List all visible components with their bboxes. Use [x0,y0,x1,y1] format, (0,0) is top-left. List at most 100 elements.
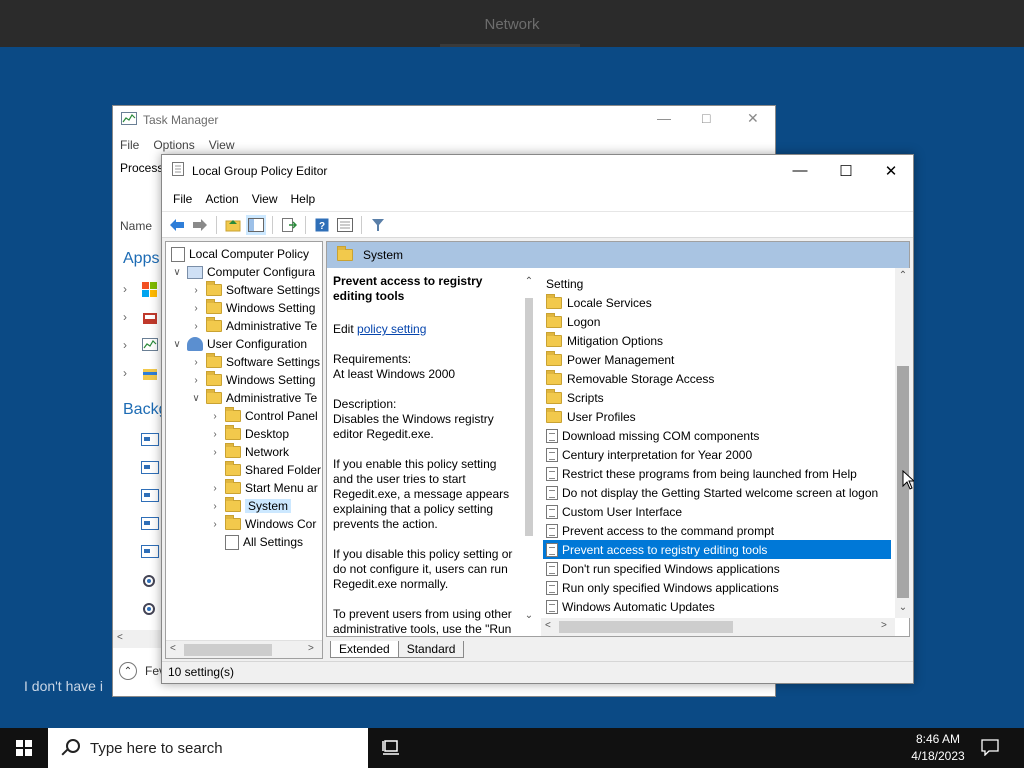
setting-row[interactable]: Windows Automatic Updates [543,597,891,616]
chevron-down-icon[interactable]: ⌄ [895,602,911,613]
chevron-right-icon[interactable]: › [123,338,127,352]
chevron-down-icon[interactable]: ∨ [171,339,183,350]
notification-icon[interactable] [980,738,1002,758]
tree-node[interactable]: Local Computer Policy [171,245,309,263]
minimize-button[interactable]: — [777,155,823,186]
tree-node[interactable]: › Control Panel [209,407,318,425]
forward-arrow-icon[interactable] [190,215,210,235]
gpe-titlebar[interactable]: Local Group Policy Editor — ☐ ✕ [162,155,913,186]
setting-row[interactable]: Removable Storage Access [543,369,891,388]
scroll-left-icon[interactable]: < [545,620,551,631]
chevron-right-icon[interactable]: › [123,310,127,324]
menu-file[interactable]: File [173,192,199,206]
chevron-down-icon[interactable]: ∨ [171,267,183,278]
tm-menu-file[interactable]: File [120,138,139,152]
setting-row[interactable]: Don't run specified Windows applications [543,559,891,578]
chevron-down-icon[interactable]: ∨ [190,393,202,404]
setting-row[interactable]: Download missing COM components [543,426,891,445]
chevron-up-icon[interactable]: ⌃ [522,276,536,287]
tree-node[interactable]: › Software Settings [190,281,320,299]
system-clock[interactable]: 8:46 AM 4/18/2023 [900,731,976,765]
tm-titlebar[interactable]: Task Manager — □ ✕ [113,106,775,134]
setting-row[interactable]: Run only specified Windows applications [543,578,891,597]
scroll-thumb[interactable] [184,644,272,656]
chevron-right-icon[interactable]: › [209,447,221,458]
tab-standard[interactable]: Standard [397,641,465,658]
chevron-right-icon[interactable]: › [209,429,221,440]
chevron-right-icon[interactable]: › [123,366,127,380]
minimize-icon[interactable]: — [657,110,671,126]
edit-policy-setting-link[interactable]: policy setting [357,322,426,336]
chevron-right-icon[interactable]: › [209,501,221,512]
close-button[interactable]: ✕ [868,155,914,186]
policy-tree-pane[interactable]: Local Computer Policy ∨ Computer Configura… [165,241,323,659]
chevron-right-icon[interactable]: › [209,411,221,422]
oobe-link-text[interactable]: I don't have i [24,678,103,694]
tree-node[interactable]: › Network [209,443,289,461]
start-button[interactable] [0,728,48,768]
setting-row[interactable]: Restrict these programs from being launc… [543,464,891,483]
setting-row[interactable]: Prevent access to the command prompt [543,521,891,540]
chevron-right-icon[interactable]: › [190,285,202,296]
setting-row[interactable]: Prevent access to registry editing tools [543,540,891,559]
chevron-down-icon[interactable]: ⌄ [522,610,536,621]
setting-row[interactable]: User Profiles [543,407,891,426]
chevron-right-icon[interactable]: › [209,483,221,494]
show-hide-tree-icon[interactable] [246,214,266,235]
tree-node[interactable]: › Start Menu ar [209,479,318,497]
tree-node[interactable]: › Administrative Te [190,317,317,335]
chevron-right-icon[interactable]: › [190,375,202,386]
tree-node[interactable]: ∨ Administrative Te [190,389,317,407]
setting-row[interactable]: Power Management [543,350,891,369]
tm-tab-processes[interactable]: Process [120,161,163,175]
task-view-icon[interactable] [380,738,404,758]
list-vertical-scrollbar[interactable]: ⌃ ⌄ [895,268,911,618]
scroll-thumb[interactable] [525,298,533,536]
chevron-right-icon[interactable]: › [190,321,202,332]
column-header-setting[interactable]: Setting [546,277,583,291]
description-scrollbar[interactable]: ⌃ ⌄ [522,276,536,636]
taskbar-search-box[interactable]: Type here to search [48,728,368,768]
scroll-left-icon[interactable]: < [117,632,123,643]
tree-node[interactable]: › Windows Setting [190,371,315,389]
chevron-up-icon[interactable]: ⌃ [895,270,911,281]
setting-row[interactable]: Custom User Interface [543,502,891,521]
close-icon[interactable]: ✕ [747,110,759,127]
tree-horizontal-scrollbar[interactable]: < > [166,640,322,658]
tm-menu-options[interactable]: Options [153,138,194,152]
maximize-button[interactable]: ☐ [823,155,869,186]
menu-action[interactable]: Action [205,192,245,206]
help-icon[interactable]: ? [312,215,332,235]
filter-icon[interactable] [368,215,388,235]
tree-node[interactable]: › System [209,497,292,515]
chevron-right-icon[interactable]: › [190,303,202,314]
tree-node[interactable]: › Windows Setting [190,299,315,317]
tree-node[interactable]: › Software Settings [190,353,320,371]
scroll-right-icon[interactable]: > [881,620,887,631]
maximize-icon[interactable]: □ [702,110,710,126]
tree-node[interactable]: › Windows Cor [209,515,316,533]
setting-row[interactable]: Locale Services [543,293,891,312]
tm-horizontal-scrollbar[interactable]: < [113,630,163,648]
chevron-right-icon[interactable]: › [123,282,127,296]
list-horizontal-scrollbar[interactable]: < > [541,618,895,636]
tree-node[interactable]: ∨ User Configuration [171,335,307,353]
menu-help[interactable]: Help [291,192,323,206]
chevron-right-icon[interactable]: › [190,357,202,368]
setting-row[interactable]: Logon [543,312,891,331]
back-arrow-icon[interactable] [167,215,187,235]
tree-node[interactable]: › Desktop [209,425,289,443]
tm-column-name[interactable]: Name [120,219,152,233]
export-list-icon[interactable] [279,215,299,235]
tree-node[interactable]: Shared Folder [209,461,321,479]
setting-row[interactable]: Mitigation Options [543,331,891,350]
setting-row[interactable]: Do not display the Getting Started welco… [543,483,891,502]
fewer-details-button[interactable]: ⌃ Fev [119,662,165,680]
up-folder-icon[interactable] [223,215,243,235]
tm-menu-view[interactable]: View [209,138,235,152]
tab-extended[interactable]: Extended [330,641,399,658]
menu-view[interactable]: View [252,192,285,206]
properties-icon[interactable] [335,215,355,235]
tree-node[interactable]: ∨ Computer Configura [171,263,315,281]
scroll-right-icon[interactable]: > [308,643,314,654]
